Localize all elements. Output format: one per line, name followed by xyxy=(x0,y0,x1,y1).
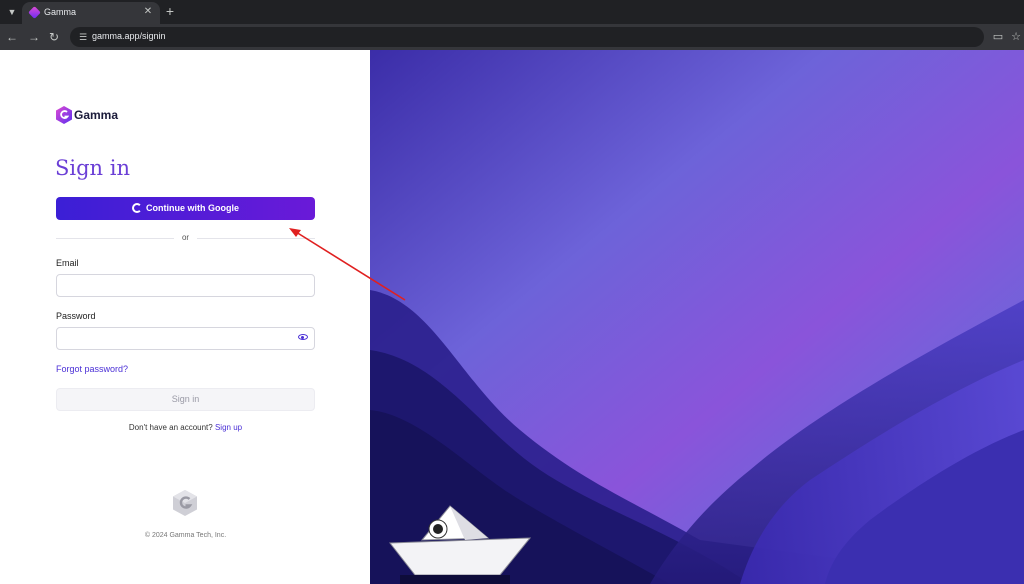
address-bar[interactable]: ☰ gamma.app/signin xyxy=(70,27,984,47)
star-icon[interactable]: ☆ xyxy=(1008,29,1024,45)
reload-icon[interactable]: ↻ xyxy=(46,29,62,45)
forgot-password-link[interactable]: Forgot password? xyxy=(56,364,128,374)
logo-text: Gamma xyxy=(74,108,119,122)
mountain-landscape-illustration xyxy=(370,50,1024,584)
divider-text: or xyxy=(181,233,190,242)
tab-search-chevron-down-icon[interactable]: ▼ xyxy=(4,4,20,20)
new-tab-button[interactable]: + xyxy=(163,3,177,19)
password-field[interactable] xyxy=(56,327,315,350)
signup-prompt: Don't have an account? Sign up xyxy=(56,423,315,432)
tune-icon[interactable]: ☰ xyxy=(76,30,90,44)
sign-in-button[interactable]: Sign in xyxy=(56,388,315,411)
page-content: Gamma Sign in Continue with Google or Em… xyxy=(0,50,1024,584)
google-g-icon xyxy=(132,203,142,213)
page-title: Sign in xyxy=(55,156,130,180)
copyright-text: © 2024 Gamma Tech, Inc. xyxy=(144,532,227,539)
or-divider: or xyxy=(56,233,315,243)
password-label: Password xyxy=(56,311,96,321)
hero-illustration xyxy=(370,50,1024,584)
email-label: Email xyxy=(56,258,79,268)
url-text[interactable]: gamma.app/signin xyxy=(92,31,166,41)
gamma-footer-logo-icon xyxy=(173,490,197,516)
tab-close-icon[interactable]: ✕ xyxy=(142,6,154,17)
gamma-logo-icon xyxy=(56,106,72,124)
signin-panel: Gamma Sign in Continue with Google or Em… xyxy=(0,50,370,584)
gamma-favicon-icon xyxy=(28,6,41,19)
no-account-text: Don't have an account? xyxy=(128,423,213,432)
email-field[interactable] xyxy=(56,274,315,297)
continue-with-google-button[interactable]: Continue with Google xyxy=(56,197,315,220)
cast-icon[interactable]: ▭ xyxy=(990,29,1006,45)
tab-title: Gamma xyxy=(44,7,77,17)
eye-icon[interactable] xyxy=(298,334,308,340)
forward-arrow-icon[interactable]: → xyxy=(26,29,42,45)
sign-up-link[interactable]: Sign up xyxy=(215,423,242,432)
browser-tab-gamma[interactable]: Gamma ✕ xyxy=(22,2,160,24)
back-arrow-icon[interactable]: ← xyxy=(4,29,20,45)
browser-toolbar: ← → ↻ ☰ gamma.app/signin ▭ ☆ xyxy=(0,24,1024,50)
google-button-label: Continue with Google xyxy=(146,203,239,213)
browser-tab-bar: ▼ Gamma ✕ + xyxy=(0,0,1024,24)
